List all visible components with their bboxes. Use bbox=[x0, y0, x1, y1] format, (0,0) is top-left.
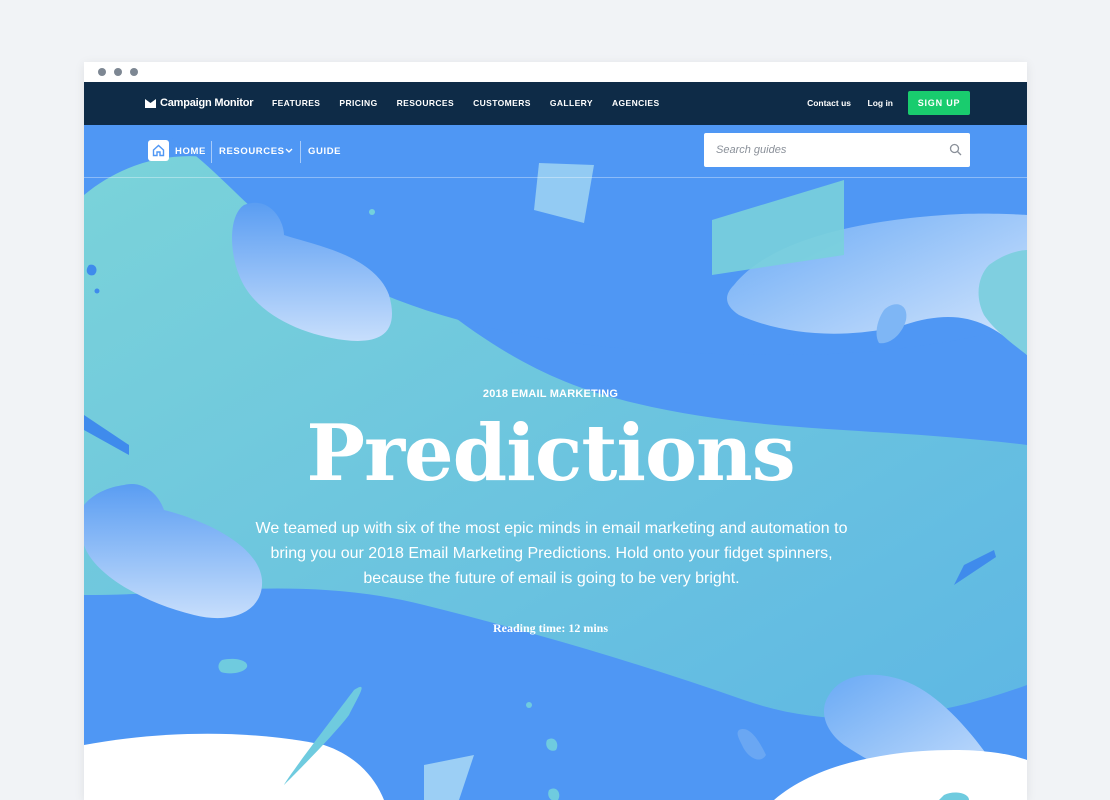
search-box bbox=[704, 133, 970, 167]
breadcrumb-home[interactable]: HOME bbox=[175, 146, 206, 157]
contact-us-link[interactable]: Contact us bbox=[807, 98, 851, 108]
window-dot bbox=[114, 68, 122, 76]
hero-eyebrow: 2018 EMAIL MARKETING bbox=[482, 388, 619, 400]
reading-time: Reading time: 12 mins bbox=[493, 621, 608, 635]
browser-window: Campaign Monitor FEATURES PRICING RESOUR… bbox=[84, 62, 1027, 800]
nav-link-gallery[interactable]: GALLERY bbox=[550, 98, 593, 108]
breadcrumb-divider bbox=[211, 141, 212, 163]
page-title: Predictions bbox=[306, 408, 795, 499]
home-icon-button[interactable] bbox=[148, 140, 169, 161]
hero-section: HOME RESOURCES GUIDE 2018 EMAIL MARKETIN… bbox=[84, 125, 1027, 800]
search-icon[interactable] bbox=[949, 143, 962, 156]
main-nav-links: FEATURES PRICING RESOURCES CUSTOMERS GAL… bbox=[272, 98, 679, 108]
logo[interactable]: Campaign Monitor bbox=[145, 97, 254, 109]
breadcrumb-guide[interactable]: GUIDE bbox=[308, 146, 341, 157]
chevron-down-icon[interactable] bbox=[285, 148, 293, 154]
nav-link-features[interactable]: FEATURES bbox=[272, 98, 320, 108]
log-in-link[interactable]: Log in bbox=[868, 98, 894, 108]
sign-up-button[interactable]: SIGN UP bbox=[908, 91, 970, 115]
nav-link-agencies[interactable]: AGENCIES bbox=[612, 98, 660, 108]
nav-link-pricing[interactable]: PRICING bbox=[339, 98, 377, 108]
logo-icon bbox=[145, 98, 156, 108]
logo-text: Campaign Monitor bbox=[160, 97, 254, 109]
breadcrumb-divider bbox=[300, 141, 301, 163]
search-input[interactable] bbox=[704, 133, 970, 167]
home-icon bbox=[152, 144, 165, 157]
nav-link-customers[interactable]: CUSTOMERS bbox=[473, 98, 531, 108]
window-dot bbox=[98, 68, 106, 76]
breadcrumb-resources[interactable]: RESOURCES bbox=[219, 146, 285, 157]
hero-intro-text: We teamed up with six of the most epic m… bbox=[255, 520, 848, 587]
sub-navigation: HOME RESOURCES GUIDE bbox=[84, 125, 1027, 178]
top-navigation: Campaign Monitor FEATURES PRICING RESOUR… bbox=[84, 82, 1027, 125]
nav-link-resources[interactable]: RESOURCES bbox=[397, 98, 454, 108]
browser-chrome bbox=[84, 62, 1027, 82]
window-dot bbox=[130, 68, 138, 76]
